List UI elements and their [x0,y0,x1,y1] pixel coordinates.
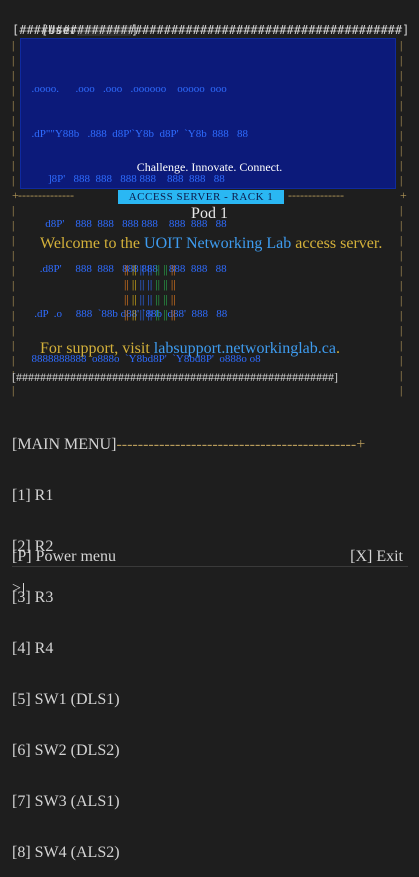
text-cursor [23,582,25,596]
menu-item-r3[interactable]: [3] R3 [12,589,365,606]
cable-row: || || || || || || || [124,292,176,306]
welcome-accent: UOIT Networking Lab [144,235,292,252]
mid-separator: -------------- [18,188,74,202]
section-tag: ACCESS SERVER - RACK 1 [118,190,284,204]
menu-header: [MAIN MENU]-----------------------------… [12,436,366,453]
prompt-separator [12,566,408,567]
banner-tagline: Challenge. Innovate. Connect. [136,160,283,174]
support-link[interactable]: labsupport.networkinglab.ca [154,340,336,357]
welcome-before: Welcome to the [40,235,145,252]
cable-graphic: || || || || || || || || || || || || || |… [124,262,294,324]
menu-item-sw3[interactable]: [7] SW3 (ALS1) [12,793,365,810]
user-line: [User] [12,8,419,37]
main-menu: [MAIN MENU]-----------------------------… [12,400,365,877]
support-after: . [335,340,340,357]
menu-item-sw2[interactable]: [6] SW2 (DLS2) [12,742,365,759]
banner-border-top: [#######################################… [12,23,410,37]
menu-item-sw1[interactable]: [5] SW1 (DLS1) [12,691,365,708]
welcome-message: Welcome to the UOIT Networking Lab acces… [40,235,382,253]
command-prompt[interactable]: > [12,580,25,598]
mid-separator-right: -------------- [288,188,344,202]
cable-row: || || || || || || || [124,277,176,291]
cable-row: || || || || || || || [124,262,176,276]
prompt-symbol: > [12,580,22,597]
support-before: For support, visit [40,340,154,357]
ascii-line: .oooo. .ooo .ooo .oooooo ooooo ooo [26,83,227,95]
exit-option[interactable]: [X] Exit [350,548,403,566]
menu-item-sw4[interactable]: [8] SW4 (ALS2) [12,844,365,861]
menu-item-r1[interactable]: [1] R1 [12,487,365,504]
welcome-after: access server. [291,235,383,252]
menu-item-r4[interactable]: [4] R4 [12,640,365,657]
cable-row: || || || || || || || [124,307,176,321]
power-menu-option[interactable]: [P] Power menu [12,548,116,566]
banner-border-bottom: [#######################################… [12,370,338,384]
pod-label: Pod 1 [191,205,228,222]
support-message: For support, visit labsupport.networking… [40,340,340,358]
ascii-line: .dP""Y88b .888 d8P'`Y8b d8P' `Y8b 888 88 [26,128,248,140]
